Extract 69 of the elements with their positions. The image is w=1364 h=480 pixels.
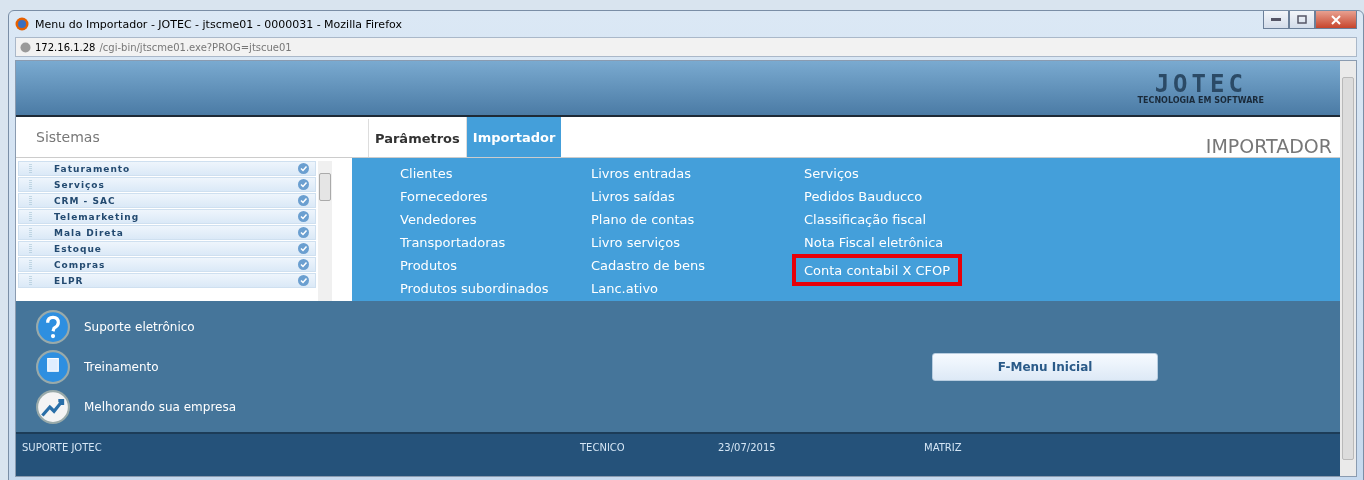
- menu-link[interactable]: Serviços: [804, 162, 859, 185]
- drag-handle-icon: [29, 212, 32, 221]
- drag-handle-icon: [29, 164, 32, 173]
- support-link[interactable]: Melhorando sua empresa: [36, 388, 237, 425]
- menu-link[interactable]: Clientes: [400, 162, 453, 185]
- menu-link[interactable]: Produtos: [400, 254, 457, 277]
- sidebar-item[interactable]: Telemarketing: [18, 209, 316, 224]
- menu-link[interactable]: Cadastro de bens: [591, 254, 705, 277]
- window-title: Menu do Importador - JOTEC - jtscme01 - 0000031 - Mozilla Firefox: [35, 17, 403, 31]
- status-text: 23/07/2015: [717, 442, 777, 453]
- page-title: IMPORTADOR: [1205, 135, 1333, 157]
- minimize-button[interactable]: [1263, 11, 1289, 29]
- maximize-button[interactable]: [1289, 11, 1315, 29]
- check-icon: [298, 275, 309, 286]
- menu-link[interactable]: Livro serviços: [591, 231, 680, 254]
- menu-link[interactable]: Fornecedores: [400, 185, 488, 208]
- help-icon: [36, 309, 70, 344]
- browser-icon: [15, 17, 29, 31]
- menu-link[interactable]: Vendedores: [400, 208, 477, 231]
- address-bar[interactable]: 172.16.1.28 /cgi-bin/jtscme01.exe?PROG=jtscue01: [15, 37, 1357, 57]
- drag-handle-icon: [29, 244, 32, 253]
- document-icon: [36, 349, 70, 384]
- drag-handle-icon: [29, 228, 32, 237]
- sidebar-item[interactable]: ELPR: [18, 273, 316, 288]
- check-icon: [298, 227, 309, 238]
- maximize-icon: [1297, 15, 1307, 24]
- drag-handle-icon: [29, 180, 32, 189]
- menu-link[interactable]: Lanc.ativo: [591, 277, 659, 300]
- close-icon: [1331, 14, 1341, 25]
- menu-link[interactable]: Classificação fiscal: [804, 208, 926, 231]
- menu-link[interactable]: Conta contabil X CFOP: [792, 254, 963, 286]
- sidebar-item[interactable]: Mala Direta: [18, 225, 316, 240]
- sidebar-item[interactable]: Faturamento: [18, 161, 316, 176]
- sidebar-item[interactable]: Serviços: [18, 177, 316, 192]
- url-path: /cgi-bin/jtscme01.exe?PROG=jtscue01: [99, 41, 292, 53]
- sidebar-item[interactable]: Estoque: [18, 241, 316, 256]
- globe-icon: [20, 41, 31, 53]
- drag-handle-icon: [29, 260, 32, 269]
- logo-name: JOTEC: [1154, 71, 1247, 96]
- menu-link[interactable]: Produtos subordinados: [400, 277, 549, 300]
- support-link[interactable]: Suporte eletrônico: [36, 308, 237, 345]
- url-host: 172.16.1.28: [35, 41, 96, 53]
- drag-handle-icon: [29, 196, 32, 205]
- check-icon: [298, 179, 309, 190]
- menu-link[interactable]: Transportadoras: [400, 231, 506, 254]
- menu-link[interactable]: Nota Fiscal eletrônica: [804, 231, 944, 254]
- check-icon: [298, 211, 309, 222]
- status-text: MATRIZ: [923, 442, 963, 453]
- menu-link[interactable]: Livros saídas: [591, 185, 675, 208]
- check-icon: [298, 195, 309, 206]
- home-menu-button[interactable]: F-Menu Inicial: [932, 352, 1158, 381]
- menu-link[interactable]: Pedidos Bauducco: [804, 185, 923, 208]
- check-icon: [298, 243, 309, 254]
- minimize-icon: [1271, 17, 1281, 22]
- menu-link[interactable]: Plano de contas: [591, 208, 695, 231]
- support-link[interactable]: Treinamento: [36, 348, 237, 385]
- sidebar-title: Sistemas: [35, 128, 101, 147]
- status-text: SUPORTE JOTEC: [21, 442, 103, 453]
- sidebar-item[interactable]: CRM - SAC: [18, 193, 316, 208]
- check-icon: [298, 259, 309, 270]
- close-button[interactable]: [1315, 11, 1357, 29]
- check-icon: [298, 163, 309, 174]
- drag-handle-icon: [29, 276, 32, 285]
- status-text: TECNICO: [579, 442, 626, 453]
- logo-tagline: TECNOLOGIA EM SOFTWARE: [1137, 95, 1264, 105]
- tab[interactable]: Importador: [465, 117, 562, 157]
- growth-chart-icon: [36, 389, 70, 424]
- menu-link[interactable]: Livros entradas: [591, 162, 692, 185]
- sidebar-item[interactable]: Compras: [18, 257, 316, 272]
